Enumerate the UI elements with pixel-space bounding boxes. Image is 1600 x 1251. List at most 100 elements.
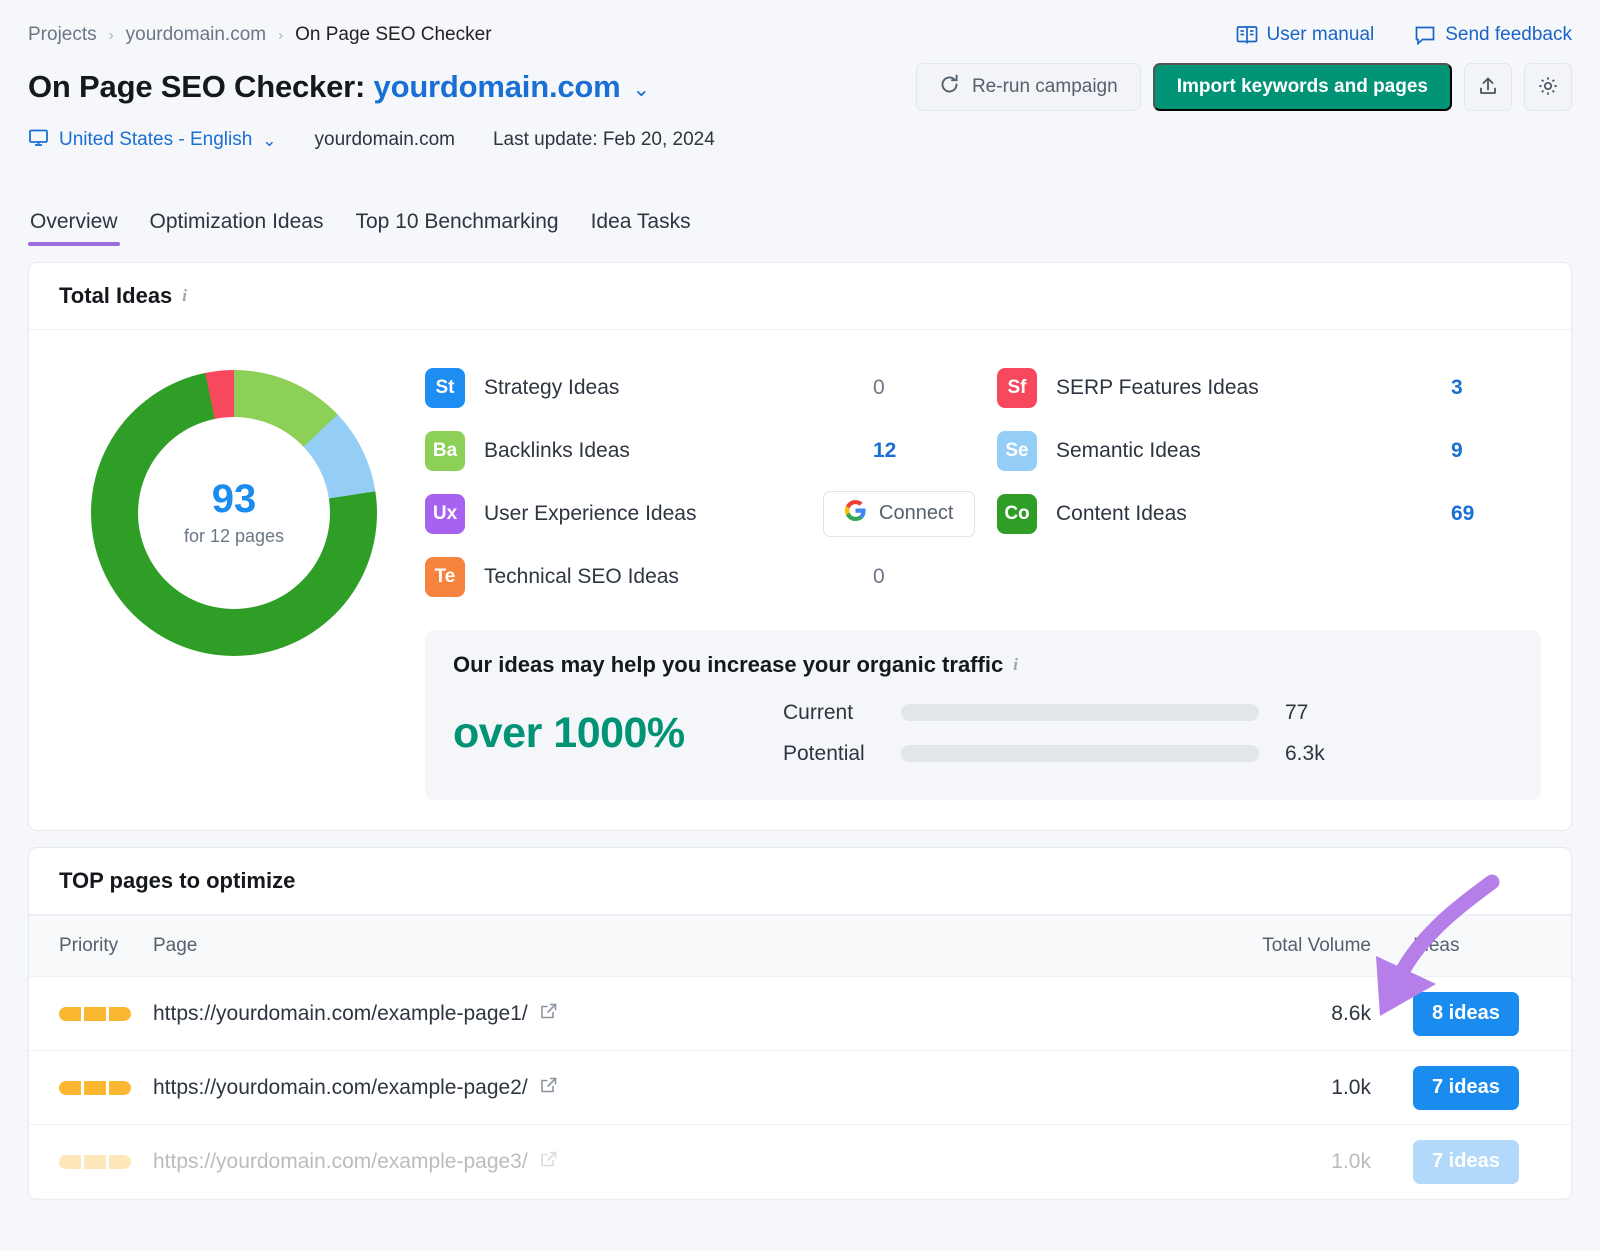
priority-indicator (29, 1155, 153, 1169)
bar-track (901, 745, 1259, 762)
legend-label: Content Ideas (1056, 502, 1187, 526)
priority-indicator (29, 1007, 153, 1021)
traffic-increase-percent: over 1000% (453, 709, 783, 758)
total-ideas-card: Total Ideas i 93 for 12 pages St St (28, 262, 1572, 831)
send-feedback-link[interactable]: Send feedback (1414, 24, 1572, 46)
priority-segment (109, 1081, 131, 1095)
legend-item-technical-seo-ideas[interactable]: Te Technical SEO Ideas 0 (425, 545, 983, 608)
serp-features-ideas-badge-icon: Sf (997, 368, 1037, 408)
page-cell: https://yourdomain.com/example-page1/ (153, 1002, 1181, 1026)
ideas-cell: 7 ideas (1371, 1066, 1571, 1110)
priority-segment (84, 1155, 106, 1169)
chevron-down-icon[interactable]: ⌄ (633, 79, 651, 100)
external-link-icon[interactable] (540, 1076, 558, 1100)
ideas-cell: 8 ideas (1371, 992, 1571, 1036)
external-link-icon[interactable] (540, 1002, 558, 1026)
topbar: Projects › yourdomain.com › On Page SEO … (28, 0, 1572, 48)
total-volume-cell: 1.0k (1181, 1150, 1371, 1174)
tabs: Overview Optimization Ideas Top 10 Bench… (28, 200, 1572, 246)
ideas-badge[interactable]: 8 ideas (1413, 992, 1519, 1036)
total-ideas-title: Total Ideas (59, 283, 172, 309)
page-url-text: https://yourdomain.com/example-page1/ (153, 1002, 528, 1026)
table-row[interactable]: https://yourdomain.com/example-page1/ 8.… (29, 977, 1571, 1051)
legend-value: Connect (823, 491, 983, 537)
legend-label: User Experience Ideas (484, 502, 696, 526)
page-url-link[interactable]: https://yourdomain.com/example-page3/ (153, 1150, 1181, 1174)
info-icon[interactable]: i (1013, 655, 1018, 675)
legend-item-serp-features-ideas[interactable]: Sf SERP Features Ideas 3 (997, 356, 1541, 419)
total-volume-cell: 8.6k (1181, 1002, 1371, 1026)
priority-segment (84, 1007, 106, 1021)
column-header-total-volume[interactable]: Total Volume (1181, 935, 1371, 957)
legend-item-semantic-ideas[interactable]: Se Semantic Ideas 9 (997, 419, 1541, 482)
tab-optimization-ideas[interactable]: Optimization Ideas (148, 210, 326, 246)
legend-value[interactable]: 69 (1451, 502, 1541, 526)
tab-idea-tasks[interactable]: Idea Tasks (589, 210, 693, 246)
ideas-cell: 7 ideas (1371, 1140, 1571, 1184)
page-url-text: https://yourdomain.com/example-page3/ (153, 1150, 528, 1174)
page-url-link[interactable]: https://yourdomain.com/example-page1/ (153, 1002, 1181, 1026)
title-row: On Page SEO Checker: yourdomain.com ⌄ Re… (28, 60, 1572, 114)
total-ideas-body: 93 for 12 pages St Strategy Ideas 0 (29, 330, 1571, 830)
import-keywords-and-pages-button[interactable]: Import keywords and pages (1153, 63, 1452, 111)
column-header-priority[interactable]: Priority (29, 935, 153, 957)
meta-last-update: Last update: Feb 20, 2024 (493, 129, 715, 151)
page-url-text: https://yourdomain.com/example-page2/ (153, 1076, 528, 1100)
breadcrumb: Projects › yourdomain.com › On Page SEO … (28, 24, 492, 46)
user-manual-link[interactable]: User manual (1236, 24, 1375, 46)
legend-label: SERP Features Ideas (1056, 376, 1259, 400)
priority-indicator (29, 1081, 153, 1095)
legend-item-strategy-ideas[interactable]: St Strategy Ideas 0 (425, 356, 983, 419)
external-link-icon[interactable] (540, 1150, 558, 1174)
column-header-page[interactable]: Page (153, 935, 1181, 957)
ideas-badge[interactable]: 7 ideas (1413, 1140, 1519, 1184)
legend-item-content-ideas[interactable]: Co Content Ideas 69 (997, 482, 1541, 545)
user-experience-ideas-badge-icon: Ux (425, 494, 465, 534)
breadcrumb-item-domain[interactable]: yourdomain.com (126, 24, 266, 46)
tab-top-10-benchmarking[interactable]: Top 10 Benchmarking (353, 210, 560, 246)
google-g-icon (844, 499, 867, 528)
technical-seo-ideas-badge-icon: Te (425, 557, 465, 597)
rerun-campaign-label: Re-run campaign (972, 76, 1118, 98)
ideas-badge[interactable]: 7 ideas (1413, 1066, 1519, 1110)
priority-bar (59, 1081, 153, 1095)
legend-item-backlinks-ideas[interactable]: Ba Backlinks Ideas 12 (425, 419, 983, 482)
organic-traffic-panel: Our ideas may help you increase your org… (425, 630, 1541, 800)
export-button[interactable] (1464, 63, 1512, 111)
google-connect-button[interactable]: Connect (823, 491, 975, 537)
top-pages-card: TOP pages to optimize Priority Page Tota… (28, 847, 1572, 1200)
legend-label: Strategy Ideas (484, 376, 619, 400)
rerun-campaign-button[interactable]: Re-run campaign (916, 63, 1141, 111)
page-title-domain[interactable]: yourdomain.com (374, 69, 621, 104)
info-icon[interactable]: i (182, 286, 187, 306)
page-url-link[interactable]: https://yourdomain.com/example-page2/ (153, 1076, 1181, 1100)
legend-value[interactable]: 9 (1451, 439, 1541, 463)
column-header-ideas[interactable]: Ideas (1371, 935, 1571, 957)
content-ideas-badge-icon: Co (997, 494, 1037, 534)
breadcrumb-separator-icon: › (109, 28, 114, 43)
legend-item-user-experience-ideas[interactable]: Ux User Experience Ideas (425, 482, 983, 545)
legend-value[interactable]: 12 (873, 439, 983, 463)
ideas-legend-right-column: Sf SERP Features Ideas 3 Se Semantic Ide… (983, 356, 1541, 608)
organic-traffic-title-row: Our ideas may help you increase your org… (453, 652, 1513, 678)
page-title: On Page SEO Checker: yourdomain.com (28, 69, 621, 105)
breadcrumb-item-projects[interactable]: Projects (28, 24, 97, 46)
on-page-seo-checker-overview: Projects › yourdomain.com › On Page SEO … (0, 0, 1600, 1251)
legend-label: Semantic Ideas (1056, 439, 1201, 463)
legend-label: Technical SEO Ideas (484, 565, 679, 589)
priority-segment (84, 1081, 106, 1095)
locale-selector[interactable]: United States - English ⌄ (28, 127, 277, 154)
legend-value[interactable]: 3 (1451, 376, 1541, 400)
table-row[interactable]: https://yourdomain.com/example-page3/ 1.… (29, 1125, 1571, 1199)
tab-overview[interactable]: Overview (28, 210, 120, 246)
ideas-donut-chart: 93 for 12 pages (59, 356, 409, 800)
total-volume-cell: 1.0k (1181, 1076, 1371, 1100)
backlinks-ideas-badge-icon: Ba (425, 431, 465, 471)
title-actions: Re-run campaign Import keywords and page… (916, 63, 1572, 111)
page-cell: https://yourdomain.com/example-page3/ (153, 1150, 1181, 1174)
donut-center: 93 for 12 pages (91, 370, 377, 656)
donut-total-value: 93 (212, 479, 257, 519)
user-manual-label: User manual (1267, 24, 1375, 46)
settings-button[interactable] (1524, 63, 1572, 111)
table-row[interactable]: https://yourdomain.com/example-page2/ 1.… (29, 1051, 1571, 1125)
